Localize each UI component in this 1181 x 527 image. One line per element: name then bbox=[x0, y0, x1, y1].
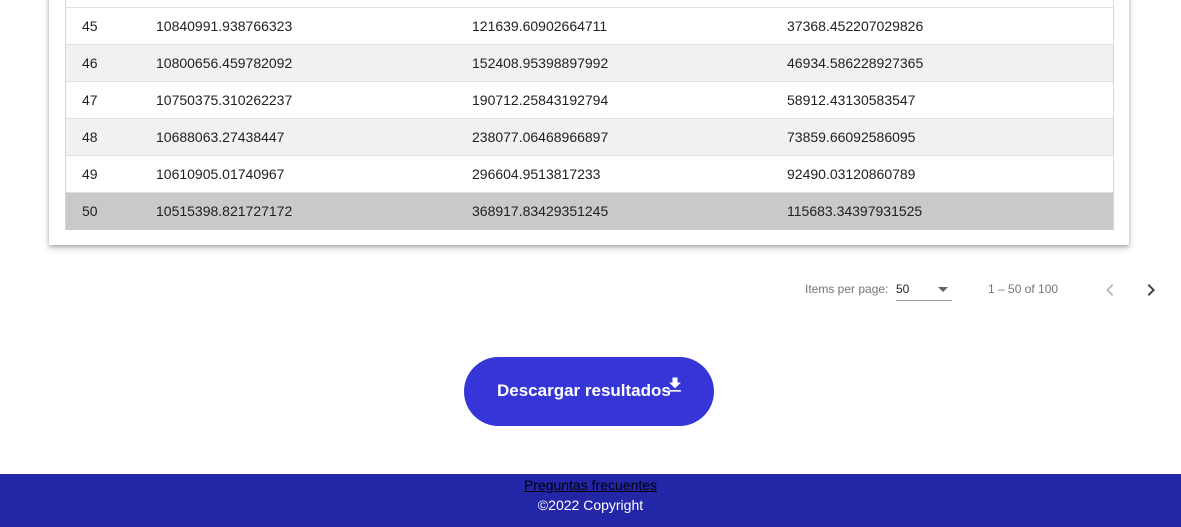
download-results-button[interactable]: Descargar resultados bbox=[464, 357, 714, 426]
table-row[interactable]: 48 10688063.27438447 238077.06468966897 … bbox=[66, 119, 1113, 156]
value-cell: 10688063.27438447 bbox=[156, 129, 285, 145]
paginator: Items per page: 50 1 – 50 of 100 bbox=[0, 270, 1181, 310]
value-cell: 238077.06468966897 bbox=[472, 129, 609, 145]
value-cell: 368917.83429351245 bbox=[472, 203, 609, 219]
value-cell: 58912.43130583547 bbox=[787, 92, 916, 108]
value-cell: 121639.60902664711 bbox=[472, 18, 608, 34]
page-size-select[interactable]: 50 bbox=[896, 280, 952, 301]
results-card: 45 10840991.938766323 121639.60902664711… bbox=[49, 0, 1129, 245]
value-cell: 115683.34397931525 bbox=[787, 203, 923, 219]
next-page-button[interactable] bbox=[1139, 278, 1163, 302]
table-row[interactable]: 45 10840991.938766323 121639.60902664711… bbox=[66, 8, 1113, 45]
value-cell: 10750375.310262237 bbox=[156, 92, 293, 108]
value-cell: 296604.9513817233 bbox=[472, 166, 601, 182]
value-cell: 152408.95398897992 bbox=[472, 55, 609, 71]
table-row[interactable]: 47 10750375.310262237 190712.25843192794… bbox=[66, 82, 1113, 119]
row-index-cell: 48 bbox=[82, 129, 98, 145]
value-cell: 190712.25843192794 bbox=[472, 92, 609, 108]
value-cell: 10840991.938766323 bbox=[156, 18, 293, 34]
value-cell: 46934.586228927365 bbox=[787, 55, 924, 71]
row-index-cell: 45 bbox=[82, 18, 98, 34]
value-cell: 10610905.01740967 bbox=[156, 166, 285, 182]
download-results-label: Descargar resultados bbox=[497, 381, 671, 400]
download-icon bbox=[669, 377, 681, 392]
value-cell: 37368.452207029826 bbox=[787, 18, 924, 34]
row-index-cell: 46 bbox=[82, 55, 98, 71]
results-table: 45 10840991.938766323 121639.60902664711… bbox=[65, 0, 1114, 230]
chevron-right-icon bbox=[1147, 284, 1155, 296]
table-row[interactable]: 46 10800656.459782092 152408.95398897992… bbox=[66, 45, 1113, 82]
copyright-text: ©2022 Copyright bbox=[537, 497, 644, 513]
table-row-selected[interactable]: 50 10515398.821727172 368917.83429351245… bbox=[66, 193, 1113, 230]
value-cell: 73859.66092586095 bbox=[787, 129, 916, 145]
row-index-cell: 47 bbox=[82, 92, 98, 108]
value-cell: 10800656.459782092 bbox=[156, 55, 293, 71]
row-index-cell: 49 bbox=[82, 166, 98, 182]
results-page: 45 10840991.938766323 121639.60902664711… bbox=[0, 0, 1181, 527]
page-range-label: 1 – 50 of 100 bbox=[988, 282, 1059, 296]
footer: Preguntas frecuentes ©2022 Copyright bbox=[0, 474, 1181, 527]
value-cell: 10515398.821727172 bbox=[156, 203, 293, 219]
caret-down-icon bbox=[938, 287, 948, 292]
row-index-cell: 50 bbox=[82, 203, 98, 219]
faq-link[interactable]: Preguntas frecuentes bbox=[0, 477, 1181, 493]
page-size-value: 50 bbox=[896, 282, 910, 296]
value-cell: 92490.03120860789 bbox=[787, 166, 916, 182]
table-row-partial bbox=[66, 0, 1113, 8]
table-row[interactable]: 49 10610905.01740967 296604.9513817233 9… bbox=[66, 156, 1113, 193]
previous-page-button[interactable] bbox=[1098, 278, 1122, 302]
chevron-left-icon bbox=[1106, 284, 1114, 296]
items-per-page-label: Items per page: bbox=[805, 282, 889, 296]
